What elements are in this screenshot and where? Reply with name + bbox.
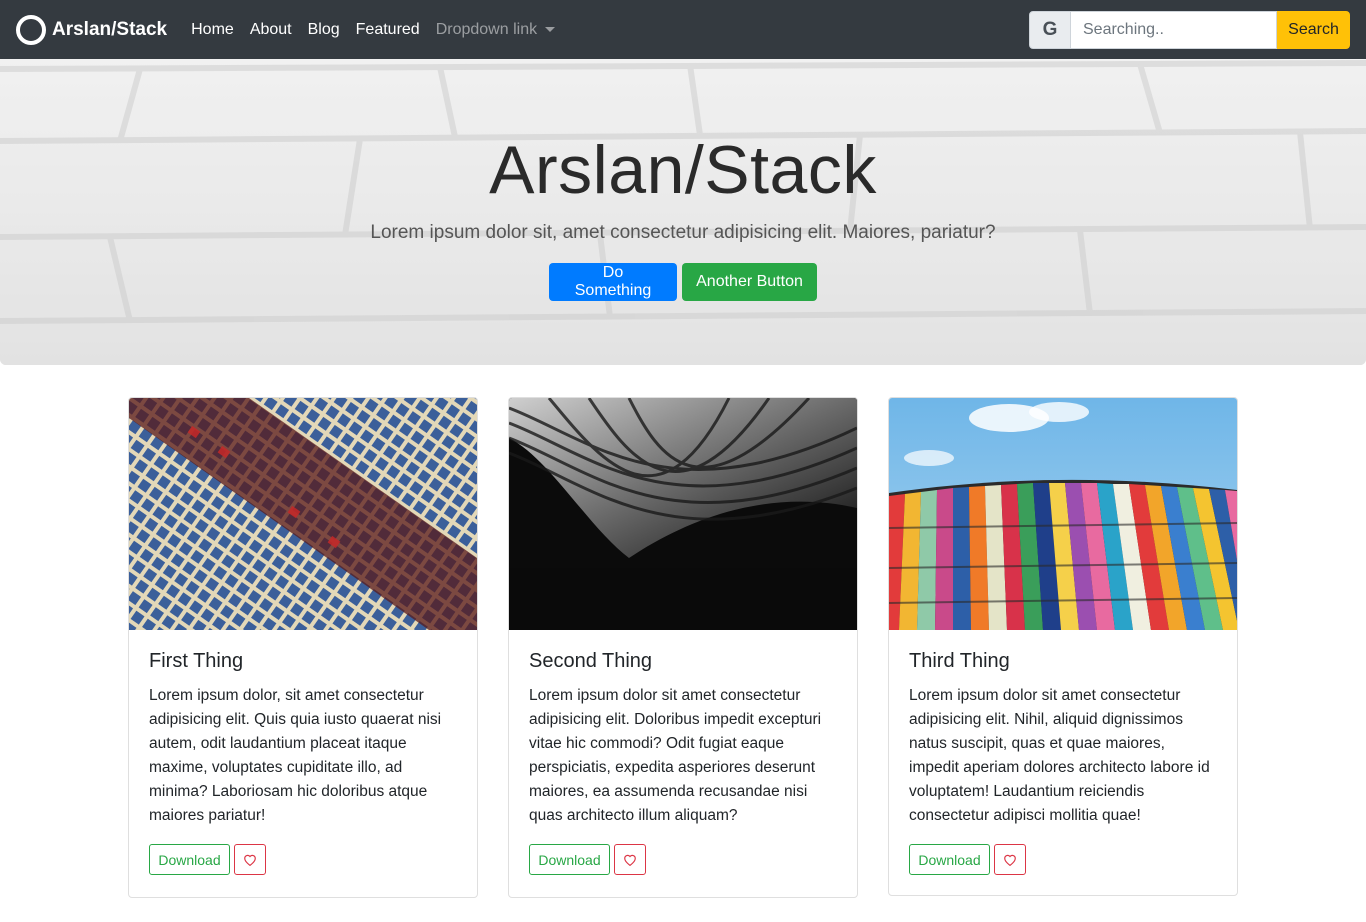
brand-name: Arslan/Stack <box>52 18 168 40</box>
card-text: Lorem ipsum dolor sit amet consectetur a… <box>909 687 1210 824</box>
nav-blog[interactable]: Blog <box>308 21 340 39</box>
heart-icon <box>244 854 256 866</box>
favorite-button[interactable] <box>234 844 266 875</box>
hero-jumbotron: Arslan/Stack Lorem ipsum dolor sit, amet… <box>0 59 1366 365</box>
card-actions: Download <box>909 844 1217 875</box>
card-image-building-facade <box>129 398 477 630</box>
download-button[interactable]: Download <box>909 844 990 875</box>
do-something-button[interactable]: Do Something <box>549 263 677 301</box>
card-title: Second Thing <box>529 650 653 672</box>
caret-down-icon <box>545 27 556 32</box>
card-image-colorful-glass-building <box>889 398 1237 630</box>
card-title: Third Thing <box>909 650 1010 672</box>
hero-title: Arslan/Stack <box>489 132 877 208</box>
brand-link[interactable]: Arslan/Stack <box>16 14 168 45</box>
hero-buttons: Do Something Another Button <box>0 263 1366 301</box>
favorite-button[interactable] <box>994 844 1026 875</box>
nav-featured[interactable]: Featured <box>356 21 420 39</box>
search-input[interactable] <box>1071 11 1277 49</box>
heart-icon <box>624 854 636 866</box>
card-text: Lorem ipsum dolor sit amet consectetur a… <box>529 687 822 824</box>
another-button[interactable]: Another Button <box>682 263 817 301</box>
card-image-curved-architecture <box>509 398 857 630</box>
nav-dropdown-label: Dropdown link <box>435 20 538 38</box>
top-navbar: Arslan/Stack Home About Blog Featured Dr… <box>0 0 1366 59</box>
circle-logo-icon <box>16 14 46 45</box>
search-form: G Search <box>1029 11 1350 49</box>
google-g-icon: G <box>1029 11 1071 49</box>
card-third-thing: Third Thing Lorem ipsum dolor sit amet c… <box>888 397 1238 896</box>
card-second-thing: Second Thing Lorem ipsum dolor sit amet … <box>508 397 858 898</box>
card-body: First Thing Lorem ipsum dolor, sit amet … <box>129 630 477 895</box>
card-title: First Thing <box>149 650 244 672</box>
download-button[interactable]: Download <box>149 844 230 875</box>
nav-about[interactable]: About <box>250 21 292 39</box>
favorite-button[interactable] <box>614 844 646 875</box>
card-body: Second Thing Lorem ipsum dolor sit amet … <box>509 630 857 895</box>
download-button[interactable]: Download <box>529 844 610 875</box>
hero-subtitle: Lorem ipsum dolor sit, amet consectetur … <box>370 222 996 243</box>
card-text: Lorem ipsum dolor, sit amet consectetur … <box>149 687 442 824</box>
nav-home[interactable]: Home <box>191 21 234 39</box>
card-first-thing: First Thing Lorem ipsum dolor, sit amet … <box>128 397 478 898</box>
hero-content: Arslan/Stack Lorem ipsum dolor sit, amet… <box>0 59 1366 365</box>
card-actions: Download <box>529 844 837 875</box>
nav-dropdown[interactable]: Dropdown link <box>435 20 556 39</box>
card-actions: Download <box>149 844 457 875</box>
search-button[interactable]: Search <box>1277 11 1350 49</box>
heart-icon <box>1004 854 1016 866</box>
card-body: Third Thing Lorem ipsum dolor sit amet c… <box>889 630 1237 895</box>
